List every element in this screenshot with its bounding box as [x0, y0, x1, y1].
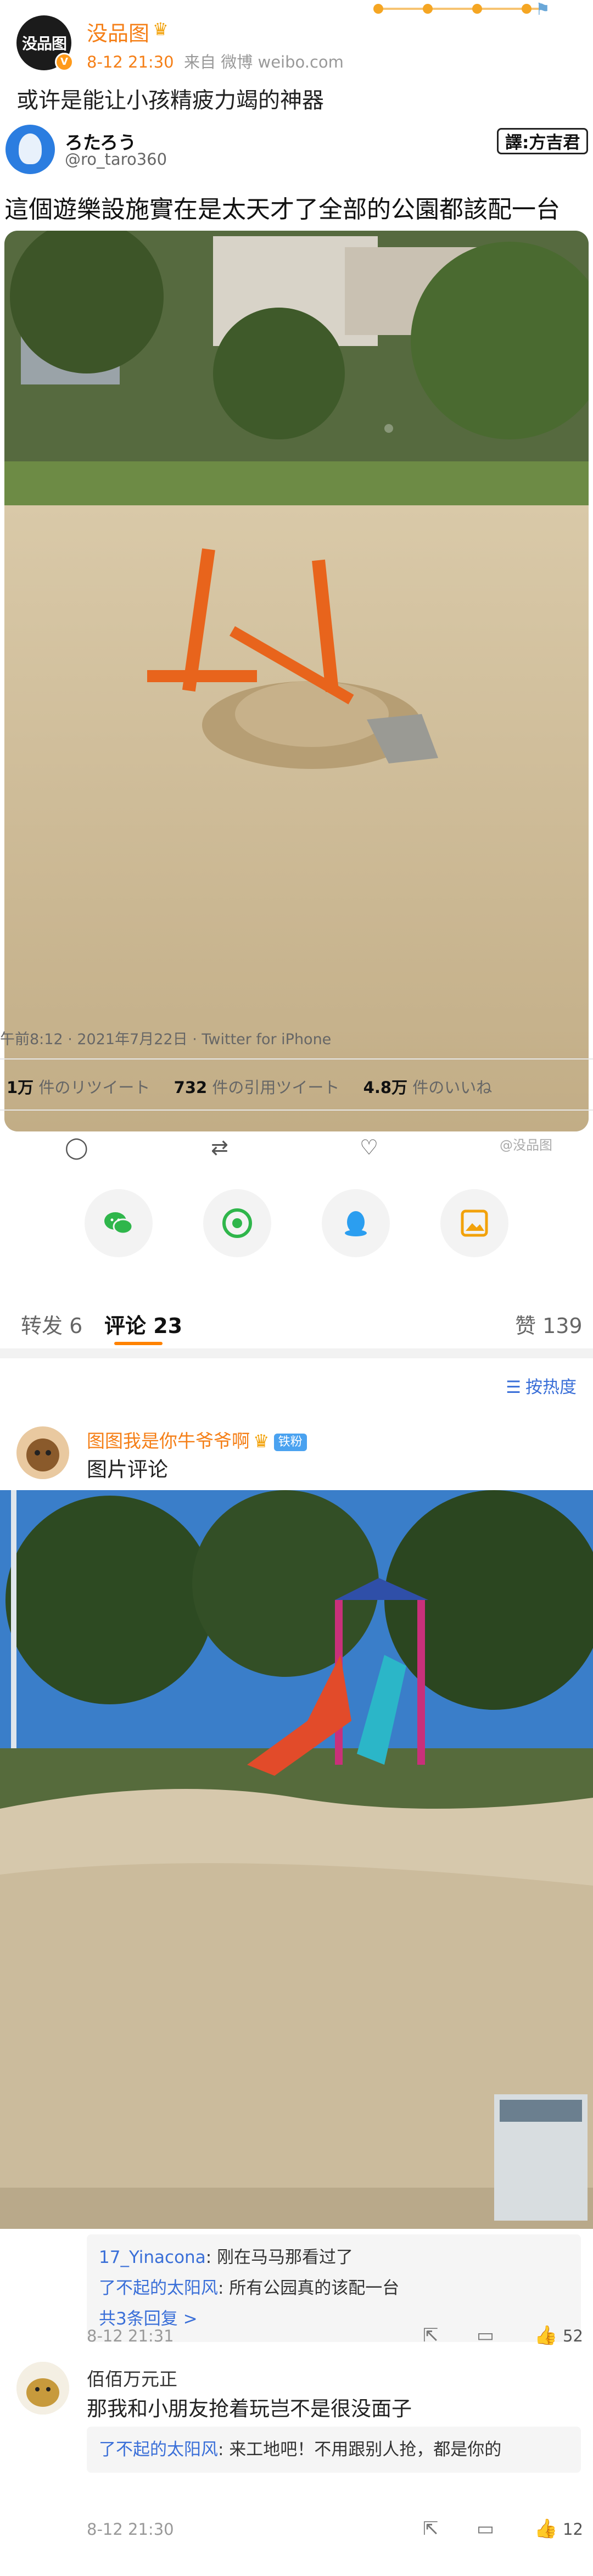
comment-tabs: 转发 6 评论 23 赞 139: [0, 1299, 593, 1348]
heart-icon[interactable]: ♡: [360, 1135, 378, 1159]
reply-box[interactable]: 了不起的太阳风: 来工地吧！不用跟别人抢，都是你的: [87, 2427, 581, 2473]
decoration-bar: [373, 2, 555, 15]
tab-repost[interactable]: 转发 6: [21, 1309, 82, 1339]
share-icon[interactable]: ⇱: [423, 2518, 439, 2540]
tweet-avatar: [5, 125, 55, 174]
share-wechat-button[interactable]: [85, 1189, 153, 1257]
comment-avatar[interactable]: [16, 2362, 69, 2415]
tweet-text: 這個遊樂設施實在是太天才了全部的公園都該配一台: [4, 196, 560, 224]
verified-badge-icon: V: [55, 53, 74, 71]
retweet-count: 1万 件のリツイート: [7, 1078, 150, 1097]
share-row: [0, 1189, 593, 1266]
share-qq-button[interactable]: [322, 1189, 390, 1257]
comment-text: 那我和小朋友抢着玩岂不是很没面子: [87, 2397, 412, 2421]
reply-item: 了不起的太阳风: 来工地吧！不用跟别人抢，都是你的: [99, 2440, 502, 2460]
comment-like-count: 52: [563, 2327, 583, 2345]
tweet-divider: [0, 1109, 593, 1111]
reply-icon[interactable]: ◯: [65, 1135, 88, 1159]
sort-icon: ☰: [506, 1378, 521, 1397]
watermark: @没品图: [500, 1138, 552, 1153]
post-text: 或许是能让小孩精疲力竭的神器: [16, 88, 324, 113]
tweet-handle: @ro_taro360: [65, 150, 167, 169]
crown-icon: ♛: [153, 19, 169, 40]
share-save-image-button[interactable]: [440, 1189, 508, 1257]
active-tab-indicator: [114, 1342, 163, 1345]
retweet-icon[interactable]: ⇄: [211, 1135, 228, 1159]
reply-item: 17_Yinacona: 刚在马马那看过了: [99, 2248, 354, 2267]
comment-like-count: 12: [563, 2520, 583, 2539]
comment-avatar[interactable]: [16, 1426, 69, 1479]
tab-likes[interactable]: 赞 139: [515, 1309, 583, 1339]
sort-selector[interactable]: ☰ 按热度: [506, 1373, 577, 1398]
save-image-icon: [461, 1209, 488, 1237]
section-divider: [0, 1348, 593, 1358]
comment-photo-playground-cliff[interactable]: [0, 1490, 593, 2229]
post-meta: 8-12 21:30 来自 微博 weibo.com: [87, 49, 344, 73]
comment-author-name[interactable]: 佰佰万元正: [87, 2365, 177, 2391]
wechat-icon: [104, 1212, 133, 1235]
like-count: 4.8万 件のいいね: [363, 1078, 493, 1097]
tweet-date: 午前8:12 · 2021年7月22日 · Twitter for iPhone: [0, 1031, 332, 1048]
crown-icon: ♛: [253, 1430, 270, 1452]
author-name[interactable]: 没品图: [87, 16, 149, 47]
comment-footer: 8-12 21:30 ⇱ ▭ 👍 12: [87, 2516, 583, 2543]
tweet-photo-sandbox-digger[interactable]: [4, 231, 589, 1131]
post-header: 没品图 V 没品图 ♛ 8-12 21:30 来自 微博 weibo.com ⚑: [0, 0, 593, 77]
comment-footer: 8-12 21:31 ⇱ ▭ 👍 52: [87, 2322, 583, 2350]
comment-time: 8-12 21:30: [87, 2520, 174, 2539]
avatar-text: 没品图: [22, 35, 67, 53]
post-time: 8-12 21:30: [87, 53, 174, 71]
tweet-stats: 1万 件のリツイート 732 件の引用ツイート 4.8万 件のいいね: [7, 1075, 511, 1098]
comment-author-name[interactable]: 图图我是你牛爷爷啊 ♛ 铁粉: [87, 1426, 307, 1453]
reply-item: 了不起的太阳风: 所有公园真的该配一台: [99, 2278, 400, 2298]
tweet-divider: [0, 1058, 593, 1060]
share-moments-button[interactable]: [203, 1189, 271, 1257]
comment-text: 图片评论: [87, 1458, 168, 1481]
tab-comments[interactable]: 评论 23: [104, 1309, 182, 1339]
post-source: 来自 微博 weibo.com: [184, 53, 344, 71]
fan-badge: 铁粉: [273, 1433, 307, 1451]
sort-label: 按热度: [525, 1378, 577, 1397]
comment-icon[interactable]: ▭: [477, 2324, 494, 2346]
share-icon[interactable]: ⇱: [423, 2324, 439, 2346]
qq-icon: [345, 1211, 367, 1236]
comment-icon[interactable]: ▭: [477, 2518, 494, 2540]
comment-time: 8-12 21:31: [87, 2327, 174, 2345]
moments-icon: [222, 1208, 252, 1238]
translator-label: 譯:方吉君: [497, 128, 589, 154]
embedded-tweet[interactable]: ろたろう @ro_taro360 譯:方吉君 這個遊樂設施實在是太天才了全部的公…: [0, 118, 593, 1159]
quote-count: 732 件の引用ツイート: [174, 1078, 340, 1097]
like-icon[interactable]: 👍: [534, 2518, 557, 2540]
trophy-icon: ⚑: [535, 0, 550, 19]
like-icon[interactable]: 👍: [534, 2324, 557, 2346]
